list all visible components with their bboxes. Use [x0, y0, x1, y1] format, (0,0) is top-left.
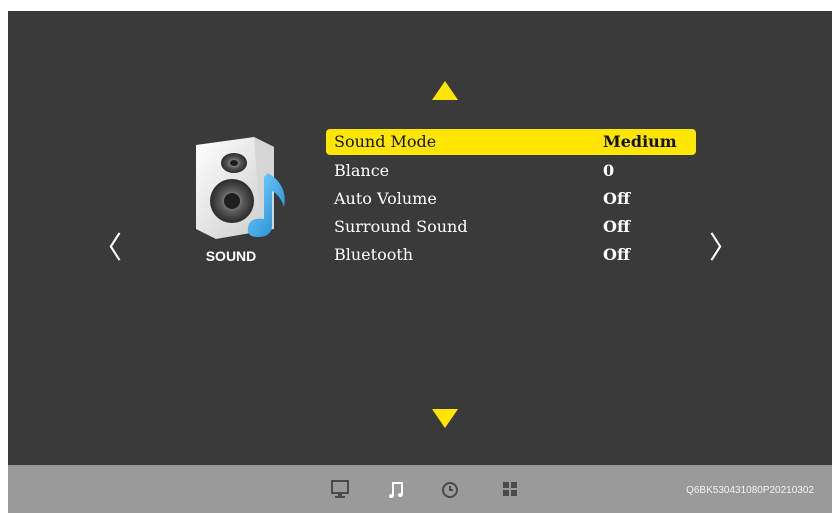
picture-icon[interactable] — [330, 479, 350, 499]
clock-icon[interactable] — [440, 479, 460, 499]
menu-item-balance[interactable]: Blance 0 — [326, 157, 696, 185]
category-label: SOUND — [205, 248, 257, 264]
scroll-down-icon[interactable] — [432, 409, 458, 428]
menu-item-value: Off — [603, 189, 631, 208]
grid-icon[interactable] — [500, 479, 520, 499]
menu-item-value: Off — [603, 245, 631, 264]
menu-item-label: Bluetooth — [334, 245, 414, 264]
next-category-button[interactable]: 〉 — [709, 229, 739, 269]
sound-menu: Sound Mode Medium Blance 0 Auto Volume O… — [326, 129, 696, 269]
music-note-icon[interactable] — [386, 479, 406, 499]
menu-item-bluetooth[interactable]: Bluetooth Off — [326, 241, 696, 269]
menu-item-label: Auto Volume — [334, 189, 437, 208]
bottom-category-bar: Q6BK530431080P20210302 — [8, 465, 832, 513]
menu-item-value: Off — [603, 217, 631, 236]
model-code: Q6BK530431080P20210302 — [686, 485, 814, 496]
tv-settings-screen: 〈 SOUND Sound Mode Medium Blance 0 Auto … — [8, 11, 832, 513]
menu-item-sound-mode[interactable]: Sound Mode Medium — [326, 129, 696, 155]
menu-item-value: Medium — [603, 132, 677, 151]
scroll-up-icon[interactable] — [432, 81, 458, 100]
menu-item-value: 0 — [603, 161, 615, 180]
speaker-music-icon — [196, 137, 285, 239]
menu-item-label: Surround Sound — [334, 217, 468, 236]
menu-item-label: Blance — [334, 161, 390, 180]
previous-category-button[interactable]: 〈 — [92, 229, 122, 269]
menu-item-label: Sound Mode — [334, 132, 437, 151]
menu-item-auto-volume[interactable]: Auto Volume Off — [326, 185, 696, 213]
menu-item-surround-sound[interactable]: Surround Sound Off — [326, 213, 696, 241]
